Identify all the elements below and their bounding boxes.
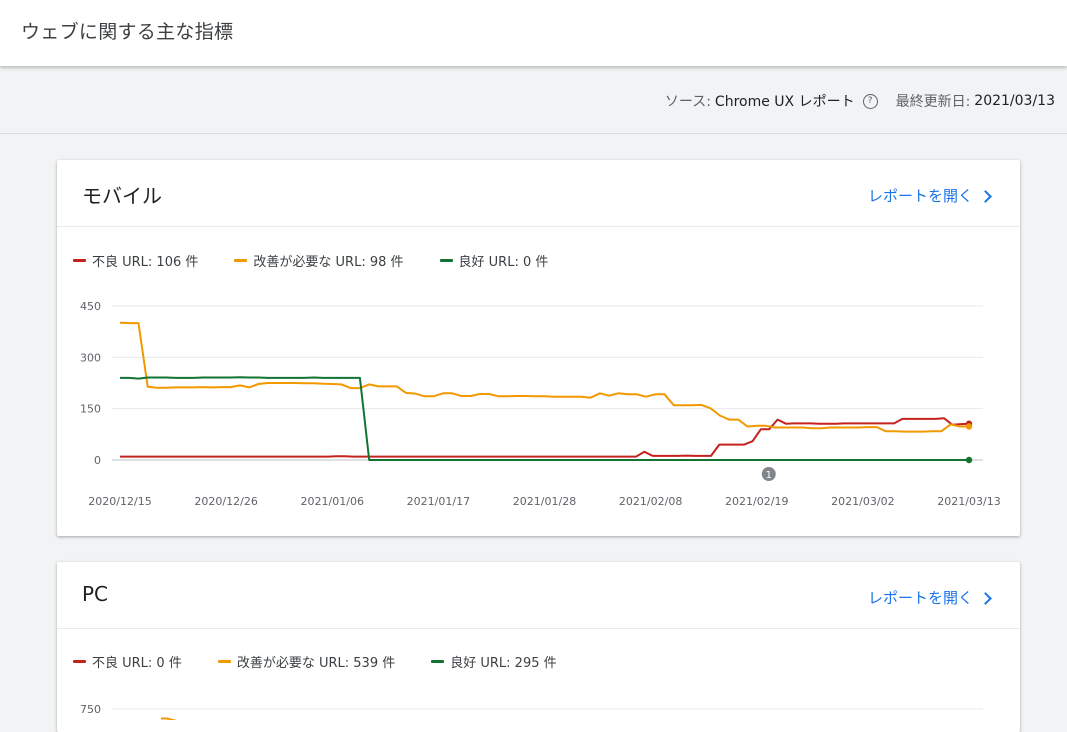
source-name: Chrome UX レポート (714, 94, 855, 110)
y-tick-label: 750 (80, 703, 101, 716)
pc-card-title: PC (82, 582, 109, 606)
series-end-point (965, 456, 973, 464)
pc-chart-content: 750 (80, 703, 983, 720)
needs-improvement-swatch (217, 660, 231, 663)
top-app-bar: ウェブに関する主な指標 (0, 0, 1067, 66)
chart-series-lines (119, 321, 973, 464)
chevron-right-icon (979, 189, 992, 203)
help-icon[interactable]: ? (862, 93, 878, 109)
pc-line-chart: 750 (80, 703, 983, 720)
x-tick-label: 2021/02/08 (619, 495, 682, 508)
mobile-legend: 不良 URL: 106 件 改善が必要な URL: 98 件 良好 URL: 0… (73, 251, 584, 270)
legend-label-good: 良好 URL: 0 件 (458, 255, 549, 270)
chart-y-tick-labels: 0 150 300 450 (80, 300, 101, 467)
legend-label-needs-improvement: 改善が必要な URL: 539 件 (236, 656, 396, 671)
needs-improvement-swatch (234, 259, 248, 262)
poor-swatch (73, 660, 86, 663)
poor-swatch (73, 259, 86, 262)
mobile-line-chart: 0 150 300 450 2020/12/15 2020/12/26 2021/01/0… (80, 300, 1001, 508)
chevron-right-icon (979, 591, 992, 605)
source-prefix: ソース: (664, 94, 711, 110)
legend-item-needs-improvement[interactable]: 改善が必要な URL: 98 件 (234, 251, 404, 270)
chart-annotation: 1 (761, 467, 776, 481)
mobile-open-report-label: レポートを開く (867, 187, 973, 205)
x-tick-label: 2021/01/17 (407, 495, 470, 508)
pc-legend: 不良 URL: 0 件 改善が必要な URL: 539 件 良好 URL: 29… (73, 652, 593, 671)
series-end-point (965, 423, 973, 430)
x-tick-label: 2021/01/06 (301, 495, 364, 508)
good-swatch (439, 259, 453, 262)
page-title: ウェブに関する主な指標 (21, 21, 234, 43)
pc-card-header: PC レポートを開く (57, 562, 1020, 629)
pc-open-report-link[interactable]: レポートを開く (867, 587, 992, 608)
x-tick-label: 2021/02/19 (725, 495, 788, 508)
annotation-label: 1 (766, 470, 772, 481)
x-tick-label: 2020/12/15 (88, 495, 151, 508)
legend-item-good[interactable]: 良好 URL: 0 件 (439, 251, 549, 270)
series-line (120, 417, 970, 458)
x-tick-label: 2021/03/02 (831, 495, 894, 508)
y-tick-label: 0 (94, 454, 101, 467)
x-tick-label: 2021/03/13 (937, 495, 1000, 508)
mobile-card-header: モバイル レポートを開く (57, 160, 1020, 227)
series-line (120, 376, 969, 461)
legend-item-poor[interactable]: 不良 URL: 0 件 (73, 652, 182, 671)
legend-item-needs-improvement[interactable]: 改善が必要な URL: 539 件 (217, 652, 396, 671)
good-swatch (431, 660, 445, 663)
legend-label-needs-improvement: 改善が必要な URL: 98 件 (253, 255, 404, 270)
chart-x-tick-labels: 2020/12/15 2020/12/26 2021/01/06 2021/01/17… (88, 495, 1000, 508)
mobile-open-report-link[interactable]: レポートを開く (867, 185, 992, 206)
chart-gridlines (112, 305, 983, 461)
y-tick-label: 300 (80, 351, 101, 364)
y-tick-label: 450 (80, 300, 101, 313)
legend-label-poor: 不良 URL: 106 件 (92, 255, 199, 270)
mobile-card-title: モバイル (82, 184, 162, 208)
x-tick-label: 2020/12/26 (194, 495, 257, 508)
x-tick-label: 2021/01/28 (513, 495, 576, 508)
legend-item-poor[interactable]: 不良 URL: 106 件 (73, 251, 198, 270)
legend-label-poor: 不良 URL: 0 件 (92, 656, 182, 671)
source-info: ソース: Chrome UX レポート ? 最終更新日: 2021/03/13 (665, 91, 1055, 111)
pc-open-report-label: レポートを開く (867, 589, 973, 607)
updated-date: 2021/03/13 (974, 93, 1055, 109)
legend-label-good: 良好 URL: 295 件 (450, 656, 557, 671)
updated-prefix: 最終更新日: (895, 94, 971, 110)
legend-item-good[interactable]: 良好 URL: 295 件 (431, 652, 557, 671)
y-tick-label: 150 (80, 403, 101, 416)
